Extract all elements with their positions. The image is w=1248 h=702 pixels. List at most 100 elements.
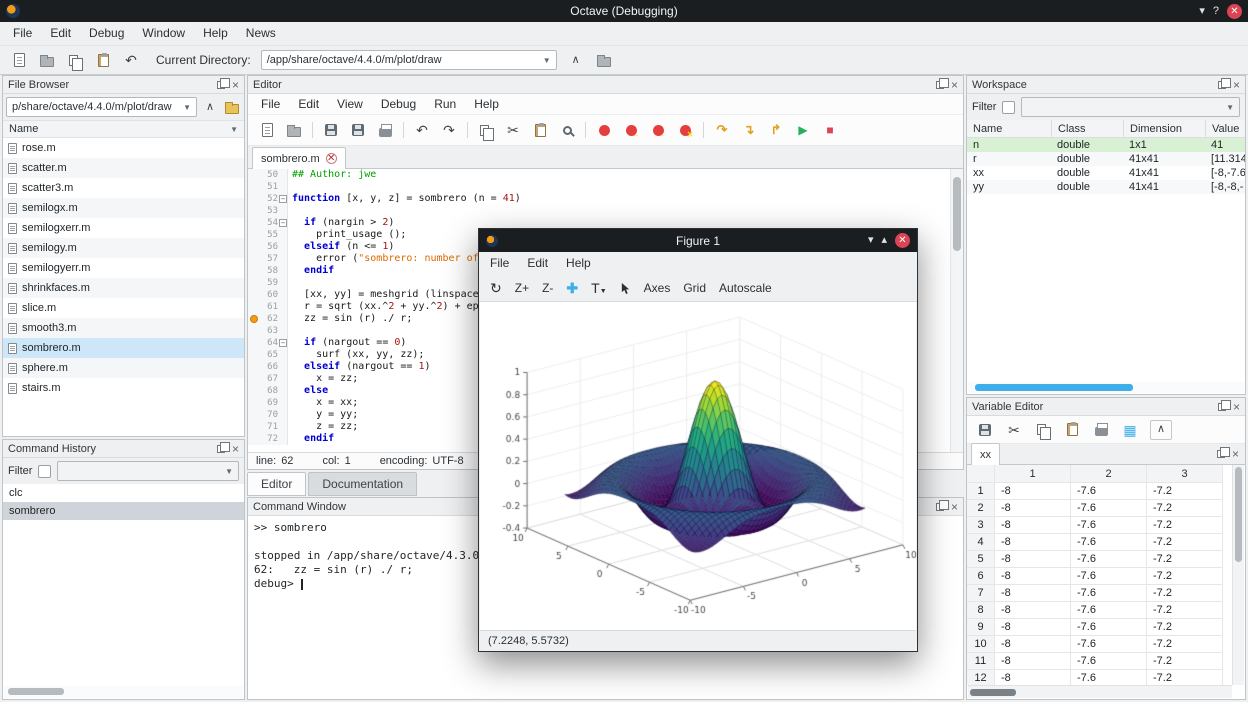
copy-button[interactable] (1034, 420, 1052, 440)
grid-column-header[interactable]: 1 (995, 465, 1071, 483)
continue-button[interactable]: ▶ (794, 120, 812, 140)
quit-debug-button[interactable]: ■ (821, 120, 839, 140)
grid-cell[interactable]: -7.2 (1147, 517, 1223, 534)
grid-cell[interactable]: -7.2 (1147, 619, 1223, 636)
file-row[interactable]: smooth3.m (3, 318, 244, 338)
breakpoint-marker-icon[interactable] (250, 315, 258, 323)
grid-cell[interactable]: -8 (995, 585, 1071, 602)
redo-button[interactable]: ↷ (440, 120, 458, 140)
workspace-row[interactable]: ndouble1x141 (967, 138, 1245, 152)
column-header-value[interactable]: Value (1205, 120, 1245, 138)
file-row[interactable]: semilogy.m (3, 238, 244, 258)
browse-directory-button[interactable] (595, 50, 613, 70)
horizontal-scrollbar[interactable] (968, 685, 1232, 698)
editor-menu-help[interactable]: Help (465, 93, 508, 116)
open-file-button[interactable] (285, 120, 303, 140)
grid-row-header[interactable]: 12 (967, 670, 995, 685)
close-window-icon[interactable]: ✕ (895, 233, 910, 248)
variable-tab[interactable]: xx (971, 443, 1000, 465)
folder-up-button[interactable]: ∧ (201, 97, 219, 117)
undock-icon[interactable] (1218, 403, 1226, 411)
grid-row-header[interactable]: 10 (967, 636, 995, 653)
previous-breakpoint-button[interactable]: ← (649, 120, 667, 140)
editor-menu-debug[interactable]: Debug (372, 93, 425, 116)
close-icon[interactable]: × (1233, 79, 1240, 91)
step-out-button[interactable]: ↱ (767, 120, 785, 140)
filter-checkbox[interactable] (1002, 101, 1015, 114)
copy-button[interactable] (477, 120, 495, 140)
save-variable-button[interactable] (976, 420, 994, 440)
grid-cell[interactable]: -8 (995, 534, 1071, 551)
grid-cell[interactable]: -7.2 (1147, 653, 1223, 670)
grid-cell[interactable]: -7.2 (1147, 568, 1223, 585)
vertical-scrollbar[interactable] (1232, 465, 1244, 685)
grid-cell[interactable]: -8 (995, 602, 1071, 619)
file-row[interactable]: sphere.m (3, 358, 244, 378)
grid-cell[interactable]: -7.6 (1071, 653, 1147, 670)
grid-button[interactable]: Grid (683, 281, 706, 295)
file-row[interactable]: slice.m (3, 298, 244, 318)
file-row[interactable]: semilogx.m (3, 198, 244, 218)
file-list-header[interactable]: Name ▼ (3, 120, 244, 138)
print-button[interactable] (376, 120, 394, 140)
column-header-class[interactable]: Class (1051, 120, 1123, 138)
go-up-button[interactable]: ∧ (1150, 420, 1172, 440)
find-button[interactable] (558, 120, 576, 140)
open-file-button[interactable] (38, 50, 56, 70)
grid-row-header[interactable]: 11 (967, 653, 995, 670)
grid-cell[interactable]: -7.2 (1147, 585, 1223, 602)
scrollbar-handle[interactable] (975, 384, 1133, 391)
file-row[interactable]: rose.m (3, 138, 244, 158)
save-as-button[interactable] (349, 120, 367, 140)
dock-tab-documentation[interactable]: Documentation (308, 472, 417, 496)
workspace-row[interactable]: rdouble41x41[11.314 (967, 152, 1245, 166)
grid-cell[interactable]: -8 (995, 517, 1071, 534)
file-row[interactable]: shrinkfaces.m (3, 278, 244, 298)
new-file-button[interactable] (258, 120, 276, 140)
grid-cell[interactable]: -8 (995, 483, 1071, 500)
grid-cell[interactable]: -7.2 (1147, 636, 1223, 653)
print-button[interactable] (1092, 420, 1110, 440)
grid-row-header[interactable]: 8 (967, 602, 995, 619)
save-button[interactable] (322, 120, 340, 140)
figure-window[interactable]: Figure 1 ▾ ▴ ✕ FileEditHelp ↻ Z+ Z- ✚ T▼… (478, 228, 918, 652)
step-button[interactable]: ↷ (713, 120, 731, 140)
fold-icon[interactable]: − (279, 219, 287, 227)
grid-cell[interactable]: -7.6 (1071, 551, 1147, 568)
file-row[interactable]: scatter.m (3, 158, 244, 178)
shade-window-icon[interactable]: ▾ (1199, 6, 1205, 17)
cut-button[interactable]: ✂ (1005, 420, 1023, 440)
grid-cell[interactable]: -7.6 (1071, 636, 1147, 653)
grid-cell[interactable]: -7.2 (1147, 670, 1223, 685)
close-icon[interactable]: × (951, 501, 958, 513)
workspace-row[interactable]: yydouble41x41[-8,-8,- (967, 180, 1245, 194)
grid-cell[interactable]: -7.6 (1071, 483, 1147, 500)
file-row[interactable]: semilogyerr.m (3, 258, 244, 278)
horizontal-scrollbar[interactable] (4, 686, 243, 698)
grid-row-header[interactable]: 6 (967, 568, 995, 585)
figure-titlebar[interactable]: Figure 1 ▾ ▴ ✕ (479, 229, 917, 252)
paste-button[interactable] (94, 50, 112, 70)
grid-cell[interactable]: -7.2 (1147, 602, 1223, 619)
editor-menu-file[interactable]: File (252, 93, 289, 116)
workspace-row[interactable]: xxdouble41x41[-8,-7.6 (967, 166, 1245, 180)
step-in-button[interactable]: ↴ (740, 120, 758, 140)
column-header-dimension[interactable]: Dimension (1123, 120, 1205, 138)
editor-menu-view[interactable]: View (328, 93, 372, 116)
code-line[interactable]: 52−function [x, y, z] = sombrero (n = 41… (248, 193, 963, 205)
menu-debug[interactable]: Debug (80, 22, 133, 45)
grid-cell[interactable]: -8 (995, 568, 1071, 585)
file-row[interactable]: semilogxerr.m (3, 218, 244, 238)
scrollbar-handle[interactable] (953, 177, 961, 251)
menu-window[interactable]: Window (133, 22, 194, 45)
grid-cell[interactable]: -7.2 (1147, 534, 1223, 551)
remove-breakpoints-button[interactable]: ✕ (676, 120, 694, 140)
axes-button[interactable]: Axes (644, 281, 671, 295)
paste-button[interactable] (531, 120, 549, 140)
figure-menu-help[interactable]: Help (557, 252, 600, 275)
filter-combobox[interactable]: ▼ (57, 461, 239, 481)
zoom-in-button[interactable]: Z+ (515, 281, 529, 295)
grid-row-header[interactable]: 4 (967, 534, 995, 551)
grid-cell[interactable]: -8 (995, 619, 1071, 636)
grid-column-header[interactable]: 2 (1071, 465, 1147, 483)
